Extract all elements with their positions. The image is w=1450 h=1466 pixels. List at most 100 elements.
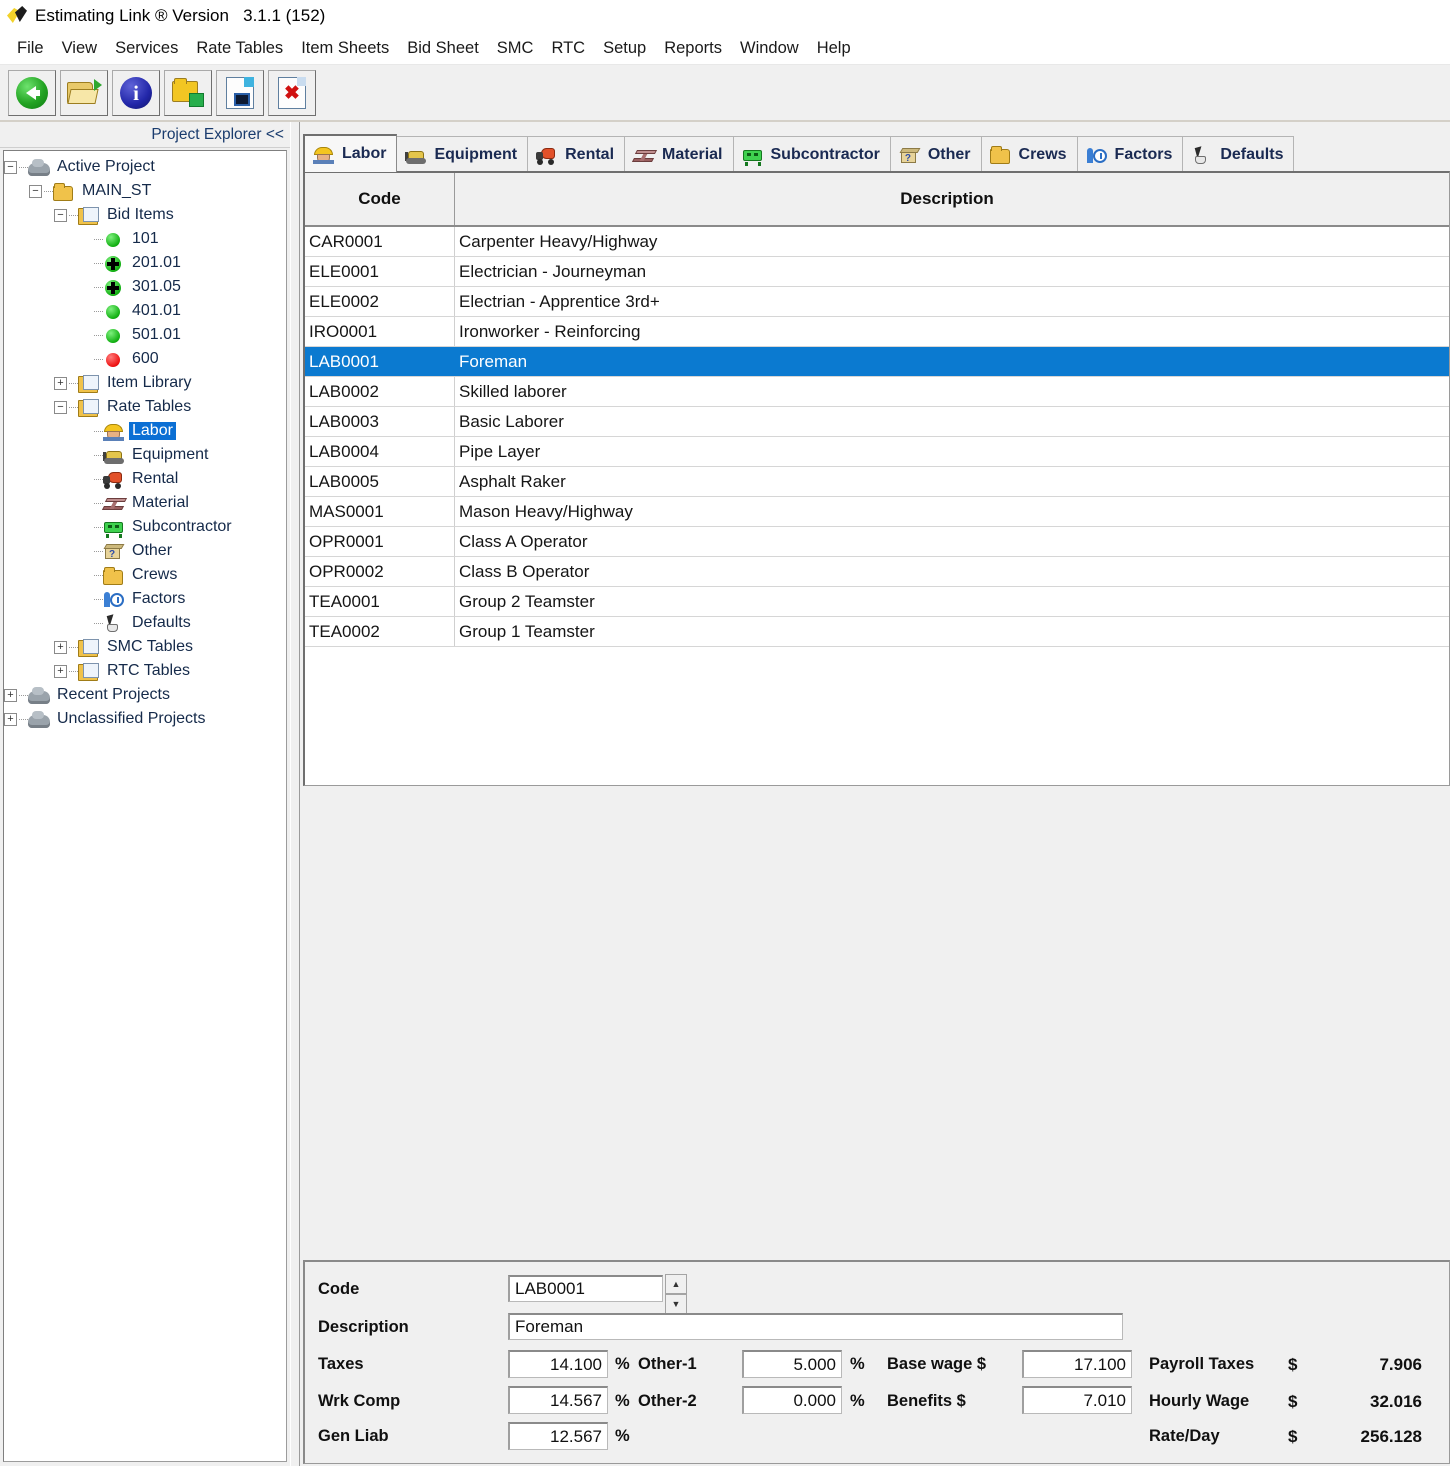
tree-item-bid-items[interactable]: − Bid Items [4, 203, 286, 227]
base-wage-label: Base wage $ [887, 1355, 987, 1373]
table-row[interactable]: IRO0001 Ironworker - Reinforcing [305, 317, 1449, 347]
delete-document-button[interactable]: ✖ [268, 70, 316, 116]
column-header-description[interactable]: Description [455, 173, 1449, 225]
tree-item-other[interactable]: ? Other [4, 539, 286, 563]
gen-liab-field[interactable]: 12.567 [508, 1422, 608, 1450]
tree-expander-plus-icon[interactable]: + [54, 376, 67, 390]
tree-item-material[interactable]: Material [4, 491, 286, 515]
document-icon [78, 398, 100, 417]
menu-item-window[interactable]: Window [731, 37, 808, 60]
tree-item-301-05[interactable]: 301.05 [4, 275, 286, 299]
table-row[interactable]: LAB0005 Asphalt Raker [305, 467, 1449, 497]
tree-item-main-st[interactable]: − MAIN_ST [4, 179, 286, 203]
menu-item-file[interactable]: File [8, 37, 53, 60]
table-row[interactable]: CAR0001 Carpenter Heavy/Highway [305, 227, 1449, 257]
tree-expander-plus-icon[interactable]: + [54, 664, 67, 678]
panel-splitter[interactable] [290, 122, 300, 1466]
table-row[interactable]: OPR0002 Class B Operator [305, 557, 1449, 587]
tab-rental[interactable]: Rental [527, 136, 626, 172]
menu-item-bid-sheet[interactable]: Bid Sheet [398, 37, 488, 60]
tree-item-unclassified-projects[interactable]: + Unclassified Projects [4, 707, 286, 731]
benefits-field[interactable]: 7.010 [1022, 1386, 1132, 1414]
tree-item-label: Subcontractor [132, 518, 232, 535]
column-header-code[interactable]: Code [305, 173, 455, 225]
info-button[interactable]: i [112, 70, 160, 116]
project-tree[interactable]: − Active Project − MAIN_ST − Bid Items 101 201.… [3, 150, 287, 1462]
table-row[interactable]: LAB0002 Skilled laborer [305, 377, 1449, 407]
menu-item-rate-tables[interactable]: Rate Tables [187, 37, 292, 60]
tree-item-201-01[interactable]: 201.01 [4, 251, 286, 275]
tree-item-item-library[interactable]: + Item Library [4, 371, 286, 395]
title-bar: Estimating Link ® Version 3.1.1 (152) [0, 0, 1450, 32]
table-row[interactable]: ELE0001 Electrician - Journeyman [305, 257, 1449, 287]
tree-item-subcontractor[interactable]: Subcontractor [4, 515, 286, 539]
menu-item-help[interactable]: Help [808, 37, 860, 60]
tree-item-rental[interactable]: Rental [4, 467, 286, 491]
tree-expander-minus-icon[interactable]: − [54, 400, 67, 414]
table-row[interactable]: MAS0001 Mason Heavy/Highway [305, 497, 1449, 527]
description-field[interactable]: Foreman [508, 1313, 1123, 1340]
code-spinner-down-icon[interactable]: ▼ [665, 1294, 687, 1314]
menu-item-rtc[interactable]: RTC [542, 37, 594, 60]
tree-item-crews[interactable]: Crews [4, 563, 286, 587]
tree-item-rtc-tables[interactable]: + RTC Tables [4, 659, 286, 683]
table-row[interactable]: TEA0002 Group 1 Teamster [305, 617, 1449, 647]
app-logo-icon [6, 5, 28, 27]
other2-field[interactable]: 0.000 [742, 1386, 842, 1414]
menu-item-item-sheets[interactable]: Item Sheets [292, 37, 398, 60]
table-row[interactable]: OPR0001 Class A Operator [305, 527, 1449, 557]
tab-labor[interactable]: Labor [303, 134, 398, 172]
tree-item-equipment[interactable]: Equipment [4, 443, 286, 467]
rate-table-grid[interactable]: Code Description CAR0001 Carpenter Heavy/… [303, 171, 1450, 786]
taxes-field[interactable]: 14.100 [508, 1350, 608, 1378]
tab-crews[interactable]: Crews [980, 136, 1078, 172]
table-row[interactable]: LAB0001 Foreman [305, 347, 1449, 377]
tab-equipment[interactable]: Equipment [396, 136, 529, 172]
tab-defaults[interactable]: Defaults [1182, 136, 1295, 172]
tree-item-501-01[interactable]: 501.01 [4, 323, 286, 347]
menu-item-reports[interactable]: Reports [655, 37, 731, 60]
save-document-button[interactable] [216, 70, 264, 116]
tree-item-smc-tables[interactable]: + SMC Tables [4, 635, 286, 659]
table-row[interactable]: TEA0001 Group 2 Teamster [305, 587, 1449, 617]
back-button[interactable] [8, 70, 56, 116]
tree-expander-minus-icon[interactable]: − [29, 184, 42, 198]
tree-expander-minus-icon[interactable]: − [54, 208, 67, 222]
tree-item-recent-projects[interactable]: + Recent Projects [4, 683, 286, 707]
tab-other[interactable]: ? Other [889, 136, 982, 172]
tree-item-labor[interactable]: Labor [4, 419, 286, 443]
code-spinner-up-icon[interactable]: ▲ [665, 1274, 687, 1294]
tree-expander-plus-icon[interactable]: + [4, 712, 17, 726]
code-spinner[interactable]: ▲ ▼ [665, 1274, 687, 1314]
menu-item-services[interactable]: Services [106, 37, 187, 60]
tab-subcontractor[interactable]: Subcontractor [732, 136, 891, 172]
tree-connector [94, 478, 103, 480]
tab-factors[interactable]: Factors [1076, 136, 1184, 172]
wrk-comp-field[interactable]: 14.567 [508, 1386, 608, 1414]
document-icon [78, 374, 100, 393]
tree-item-factors[interactable]: Factors [4, 587, 286, 611]
hourly-wage-label: Hourly Wage [1149, 1392, 1250, 1410]
table-row[interactable]: LAB0004 Pipe Layer [305, 437, 1449, 467]
tree-item-active-project[interactable]: − Active Project [4, 155, 286, 179]
project-explorer-header[interactable]: Project Explorer << [0, 122, 290, 148]
base-wage-field[interactable]: 17.100 [1022, 1350, 1132, 1378]
tree-item-101[interactable]: 101 [4, 227, 286, 251]
tree-item-600[interactable]: 600 [4, 347, 286, 371]
tree-expander-plus-icon[interactable]: + [4, 688, 17, 702]
tree-expander-plus-icon[interactable]: + [54, 640, 67, 654]
new-folder-button[interactable] [164, 70, 212, 116]
tree-item-rate-tables[interactable]: − Rate Tables [4, 395, 286, 419]
other1-field[interactable]: 5.000 [742, 1350, 842, 1378]
menu-item-setup[interactable]: Setup [594, 37, 655, 60]
tree-expander-minus-icon[interactable]: − [4, 160, 17, 174]
menu-item-smc[interactable]: SMC [488, 37, 543, 60]
tree-item-defaults[interactable]: Defaults [4, 611, 286, 635]
menu-item-view[interactable]: View [53, 37, 106, 60]
table-row[interactable]: LAB0003 Basic Laborer [305, 407, 1449, 437]
tab-material[interactable]: Material [624, 136, 734, 172]
code-field[interactable]: LAB0001 [508, 1275, 663, 1302]
tree-item-401-01[interactable]: 401.01 [4, 299, 286, 323]
open-project-button[interactable] [60, 70, 108, 116]
table-row[interactable]: ELE0002 Electrian - Apprentice 3rd+ [305, 287, 1449, 317]
